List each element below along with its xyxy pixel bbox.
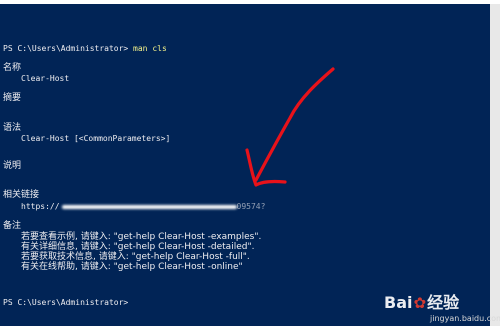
related-link: https:// 09574? xyxy=(21,202,265,212)
description-heading: 说明 xyxy=(3,161,22,171)
remark-line: 若要查看示例, 请键入: "get-help Clear-Host -examp… xyxy=(21,232,262,242)
final-prompt: PS C:\Users\Administrator> xyxy=(3,298,129,307)
name-value: Clear-Host xyxy=(21,74,70,83)
synopsis-heading: 摘要 xyxy=(3,93,22,103)
watermark-url: jingyan.baidu.com xyxy=(430,314,500,323)
logo-text-jingyan: 经验 xyxy=(427,293,460,312)
syntax-value: Clear-Host [<CommonParameters>] xyxy=(21,134,171,143)
paw-icon: ✿ xyxy=(413,294,427,312)
related-links-heading: 相关链接 xyxy=(3,190,40,200)
remark-line: 有关详细信息, 请键入: "get-help Clear-Host -detai… xyxy=(21,242,255,252)
command-text: man cls xyxy=(133,44,167,53)
powershell-console[interactable]: PS C:\Users\Administrator> man cls 名称 Cl… xyxy=(0,4,490,326)
remark-line: 若要获取技术信息, 请键入: "get-help Clear-Host -ful… xyxy=(21,252,250,262)
baidu-logo: Bai✿经验 xyxy=(384,289,459,313)
related-link-tail: 09574? xyxy=(236,202,266,211)
remarks-heading: 备注 xyxy=(3,221,22,231)
redaction-blur xyxy=(61,204,237,209)
syntax-heading: 语法 xyxy=(3,123,22,133)
screenshot: PS C:\Users\Administrator> man cls 名称 Cl… xyxy=(0,0,500,332)
remark-line: 有关在线帮助, 请键入: "get-help Clear-Host -onlin… xyxy=(21,262,243,272)
prompt-line: PS C:\Users\Administrator> man cls xyxy=(3,44,167,54)
prompt-text: PS C:\Users\Administrator> xyxy=(3,44,134,53)
logo-text: Bai xyxy=(384,293,413,312)
console-scrollbar[interactable] xyxy=(490,4,500,326)
baidu-jingyan-watermark: Bai✿经验 jingyan.baidu.com xyxy=(384,289,500,327)
related-link-prefix: https:// xyxy=(21,202,60,211)
name-heading: 名称 xyxy=(3,63,22,73)
